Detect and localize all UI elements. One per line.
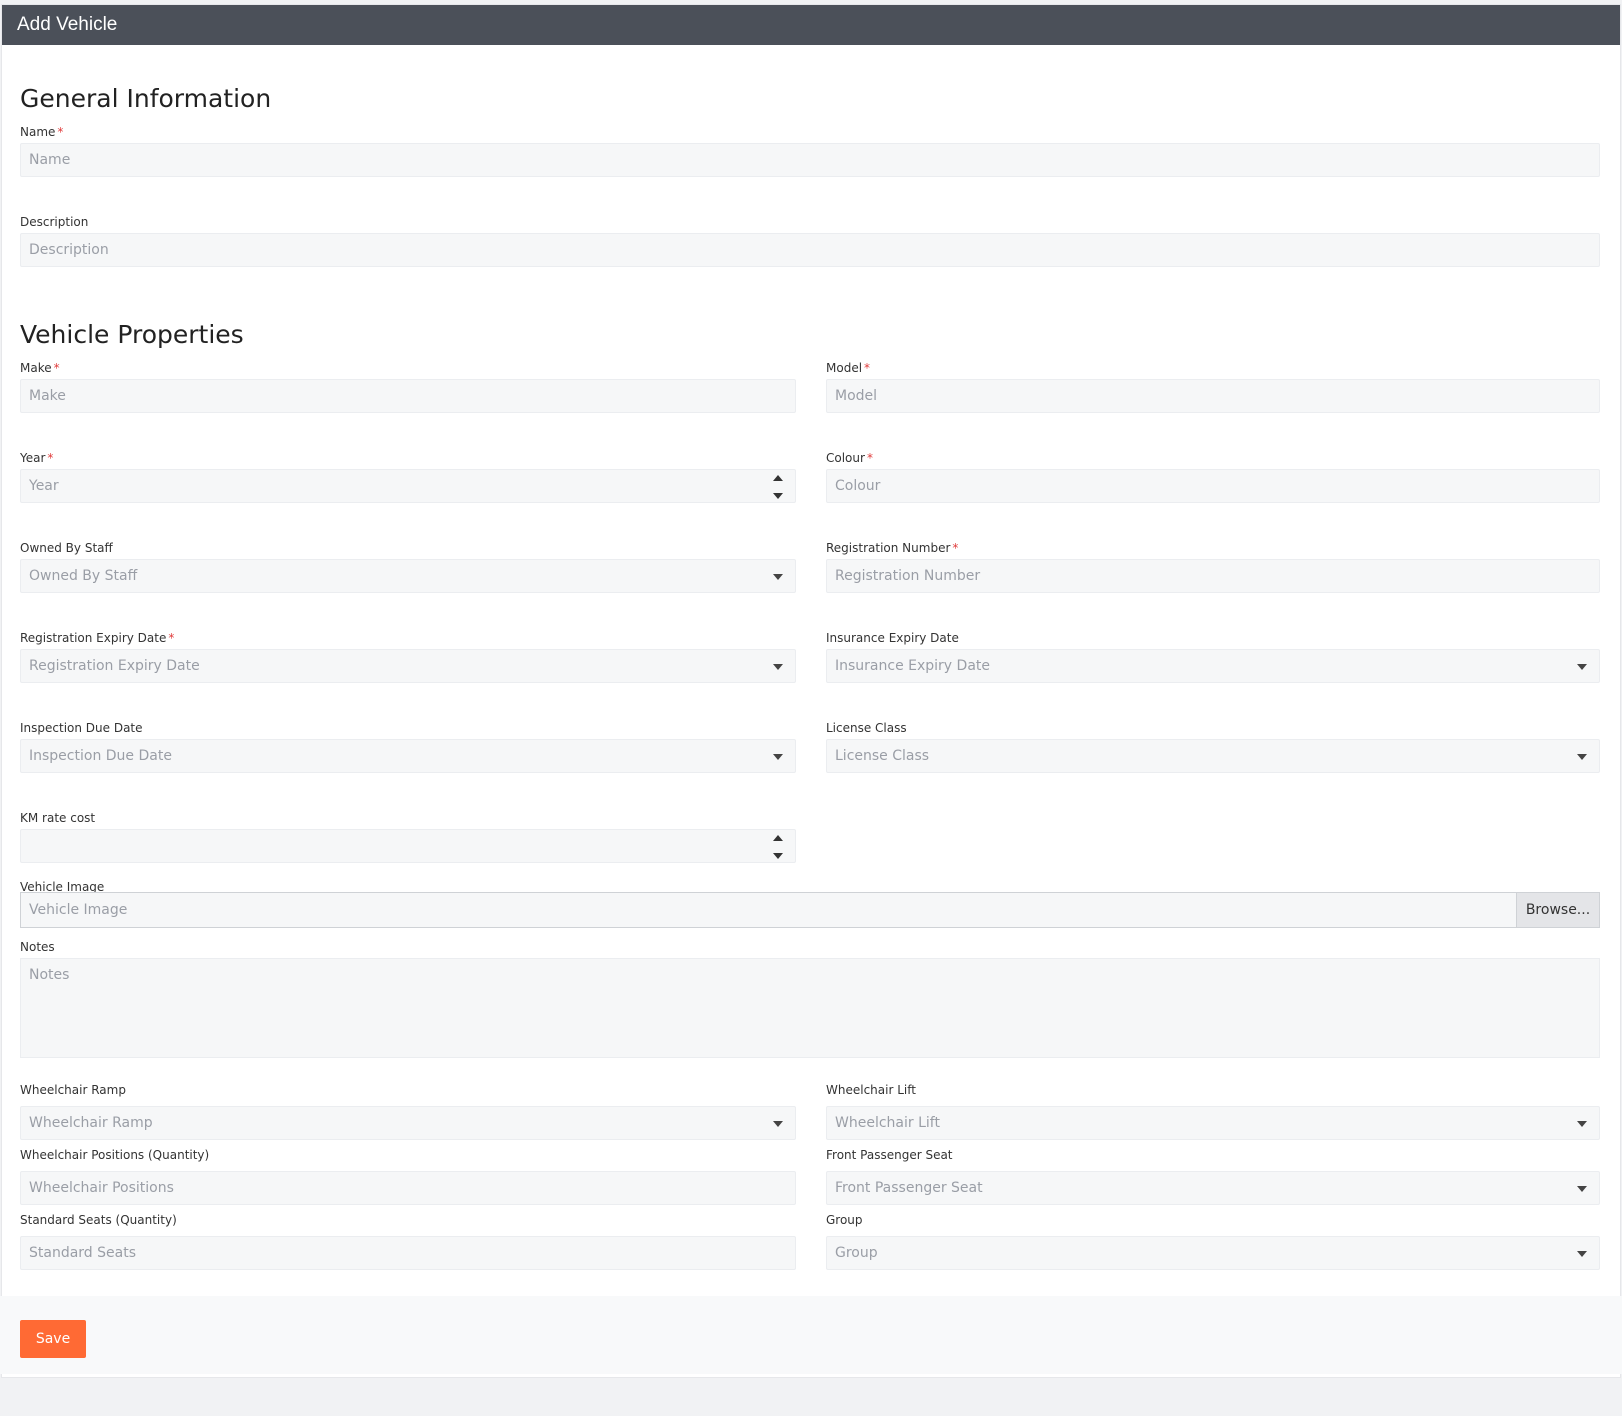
chevron-down-icon xyxy=(773,754,783,760)
spin-up-icon[interactable] xyxy=(773,475,783,481)
registration-expiry-label: Registration Expiry Date * xyxy=(20,631,175,645)
make-input[interactable]: Make xyxy=(20,379,796,413)
registration-number-label: Registration Number * xyxy=(826,541,959,555)
notes-label: Notes xyxy=(20,940,55,954)
form-footer xyxy=(0,1296,1622,1374)
make-label: Make * xyxy=(20,361,60,375)
save-button[interactable]: Save xyxy=(20,1320,86,1358)
chevron-down-icon xyxy=(1577,754,1587,760)
name-label: Name * xyxy=(20,125,64,139)
front-passenger-seat-select[interactable]: Front Passenger Seat xyxy=(826,1171,1600,1205)
owned-by-staff-select[interactable]: Owned By Staff xyxy=(20,559,796,593)
description-input[interactable]: Description xyxy=(20,233,1600,267)
registration-expiry-select[interactable]: Registration Expiry Date xyxy=(20,649,796,683)
spin-down-icon[interactable] xyxy=(773,493,783,499)
group-label: Group xyxy=(826,1213,863,1227)
km-rate-label: KM rate cost xyxy=(20,811,96,825)
panel-title: Add Vehicle xyxy=(2,5,1620,45)
inspection-due-label: Inspection Due Date xyxy=(20,721,143,735)
model-label: Model * xyxy=(826,361,871,375)
chevron-down-icon xyxy=(773,574,783,580)
description-label: Description xyxy=(20,215,89,229)
standard-seats-input[interactable]: Standard Seats xyxy=(20,1236,796,1270)
section-title-general: General Information xyxy=(20,84,272,113)
wheelchair-positions-label: Wheelchair Positions (Quantity) xyxy=(20,1148,210,1162)
km-rate-input[interactable] xyxy=(20,829,796,863)
wheelchair-ramp-select[interactable]: Wheelchair Ramp xyxy=(20,1106,796,1140)
model-input[interactable]: Model xyxy=(826,379,1600,413)
vehicle-image-input[interactable]: Vehicle Image Browse... xyxy=(20,892,1600,928)
insurance-expiry-label: Insurance Expiry Date xyxy=(826,631,959,645)
year-input[interactable]: Year xyxy=(20,469,796,503)
wheelchair-positions-input[interactable]: Wheelchair Positions xyxy=(20,1171,796,1205)
year-label: Year * xyxy=(20,451,54,465)
colour-input[interactable]: Colour xyxy=(826,469,1600,503)
spin-up-icon[interactable] xyxy=(773,835,783,841)
owned-by-staff-label: Owned By Staff xyxy=(20,541,113,555)
notes-textarea[interactable]: Notes xyxy=(20,958,1600,1058)
spin-down-icon[interactable] xyxy=(773,853,783,859)
standard-seats-label: Standard Seats (Quantity) xyxy=(20,1213,177,1227)
front-passenger-seat-label: Front Passenger Seat xyxy=(826,1148,953,1162)
year-spinner[interactable] xyxy=(773,475,783,499)
browse-button[interactable]: Browse... xyxy=(1516,893,1599,927)
name-input[interactable]: Name xyxy=(20,143,1600,177)
insurance-expiry-select[interactable]: Insurance Expiry Date xyxy=(826,649,1600,683)
colour-label: Colour * xyxy=(826,451,873,465)
registration-number-input[interactable]: Registration Number xyxy=(826,559,1600,593)
chevron-down-icon xyxy=(773,664,783,670)
license-class-select[interactable]: License Class xyxy=(826,739,1600,773)
chevron-down-icon xyxy=(1577,1121,1587,1127)
chevron-down-icon xyxy=(1577,1186,1587,1192)
wheelchair-lift-select[interactable]: Wheelchair Lift xyxy=(826,1106,1600,1140)
group-select[interactable]: Group xyxy=(826,1236,1600,1270)
chevron-down-icon xyxy=(1577,664,1587,670)
license-class-label: License Class xyxy=(826,721,907,735)
wheelchair-ramp-label: Wheelchair Ramp xyxy=(20,1083,126,1097)
inspection-due-select[interactable]: Inspection Due Date xyxy=(20,739,796,773)
chevron-down-icon xyxy=(1577,1251,1587,1257)
section-title-vehicle-properties: Vehicle Properties xyxy=(20,320,244,349)
chevron-down-icon xyxy=(773,1121,783,1127)
wheelchair-lift-label: Wheelchair Lift xyxy=(826,1083,916,1097)
km-rate-spinner[interactable] xyxy=(773,835,783,859)
